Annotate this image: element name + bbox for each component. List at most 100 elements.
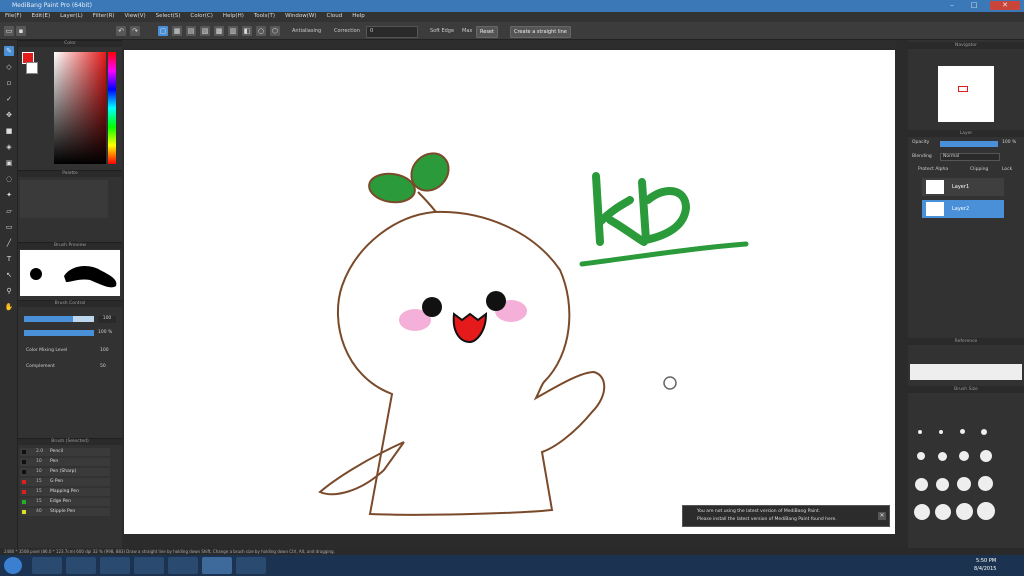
layer-row[interactable]: Layer2 <box>922 200 1004 218</box>
brush-item[interactable]: 15 Mapping Pen <box>20 488 110 496</box>
size-preset[interactable] <box>978 476 993 491</box>
size-preset[interactable] <box>915 478 928 491</box>
ie-icon[interactable] <box>32 557 62 574</box>
clock-date[interactable]: 8/4/2015 <box>974 566 996 572</box>
grid-icon[interactable]: ▩ <box>214 26 224 36</box>
brush-size-slider[interactable] <box>24 316 94 322</box>
size-preset[interactable] <box>917 452 925 460</box>
size-preset[interactable] <box>956 503 973 520</box>
palette-area[interactable] <box>20 180 108 218</box>
select-tool-icon[interactable]: ✓ <box>4 94 14 104</box>
eraser-tool-icon[interactable]: ◇ <box>4 62 14 72</box>
size-preset[interactable] <box>918 430 922 434</box>
menu-edit[interactable]: Edit(E) <box>27 12 55 19</box>
background-color-swatch[interactable] <box>26 62 38 74</box>
divide-tool-icon[interactable]: ╱ <box>4 238 14 248</box>
menu-help-2[interactable]: Help <box>347 12 370 19</box>
size-preset[interactable] <box>980 450 992 462</box>
minimize-button[interactable]: – <box>944 1 960 10</box>
reset-button[interactable]: Reset <box>476 26 498 38</box>
size-preset[interactable] <box>960 429 965 434</box>
soft-edge-label[interactable]: Soft Edge <box>430 28 454 34</box>
eyedropper-tool-icon[interactable]: ⚲ <box>4 286 14 296</box>
magic-wand-tool-icon[interactable]: ✦ <box>4 190 14 200</box>
close-button[interactable]: ✕ <box>990 1 1020 10</box>
layer-opacity-slider[interactable] <box>940 141 998 147</box>
correction-dropdown[interactable]: 0 <box>366 26 418 38</box>
circle-icon[interactable]: ○ <box>256 26 266 36</box>
brush-item[interactable]: 40 Stipple Pen <box>20 508 110 516</box>
size-preset[interactable] <box>939 430 943 434</box>
explorer-icon[interactable] <box>66 557 96 574</box>
redo-icon[interactable]: ↷ <box>130 26 140 36</box>
size-preset[interactable] <box>977 502 995 520</box>
start-button-icon[interactable] <box>4 557 22 574</box>
menu-color[interactable]: Color(C) <box>185 12 218 19</box>
menu-cloud[interactable]: Cloud <box>321 12 347 19</box>
lasso-tool-icon[interactable]: ◌ <box>4 174 14 184</box>
select-pen-tool-icon[interactable]: ▱ <box>4 206 14 216</box>
gradation-tool-icon[interactable]: ▣ <box>4 158 14 168</box>
move-tool-icon[interactable]: ✥ <box>4 110 14 120</box>
medibang-icon[interactable] <box>236 557 266 574</box>
maximize-button[interactable]: □ <box>966 1 982 10</box>
clock-time[interactable]: 5:50 PM <box>976 558 996 564</box>
antialias-label[interactable]: Antialiasing <box>292 28 321 34</box>
hand-tool-icon[interactable]: ✋ <box>4 302 14 312</box>
menu-view[interactable]: View(V) <box>120 12 151 19</box>
blending-dropdown[interactable]: Normal <box>940 153 1000 161</box>
snap-icon[interactable]: ▥ <box>228 26 238 36</box>
chrome-icon[interactable] <box>168 557 198 574</box>
lock-checkbox[interactable]: Lock <box>1002 167 1012 172</box>
brush-opacity-slider[interactable] <box>24 330 94 336</box>
update-message-line2[interactable]: Please install the latest version of Med… <box>697 517 837 522</box>
size-preset[interactable] <box>914 504 930 520</box>
size-preset[interactable] <box>981 429 987 435</box>
create-line-button[interactable]: Create a straight line <box>510 26 571 38</box>
brush-item[interactable]: 2.0 Pencil <box>20 448 110 456</box>
menu-window[interactable]: Window(W) <box>280 12 321 19</box>
size-preset[interactable] <box>959 451 969 461</box>
brush-item[interactable]: 10 Pen (Sharp) <box>20 468 110 476</box>
text-tool-icon[interactable]: T <box>4 254 14 264</box>
drawing-canvas[interactable] <box>124 50 895 534</box>
new-file-icon[interactable]: ▭ <box>4 26 14 36</box>
deselect-icon[interactable]: ▦ <box>172 26 182 36</box>
size-preset[interactable] <box>935 504 951 520</box>
reference-area[interactable] <box>910 364 1022 380</box>
fill-tool-icon[interactable]: ■ <box>4 126 14 136</box>
menu-tools[interactable]: Tools(T) <box>249 12 280 19</box>
brush-item[interactable]: 10 Pen <box>20 458 110 466</box>
clipping-checkbox[interactable]: Clipping <box>970 167 988 172</box>
brush-tool-icon[interactable]: ✎ <box>4 46 14 56</box>
color-picker-square[interactable] <box>54 52 106 164</box>
navigator-preview[interactable] <box>938 66 994 122</box>
dot-tool-icon[interactable]: ▫ <box>4 78 14 88</box>
menu-help[interactable]: Help(H) <box>218 12 249 19</box>
brush-item[interactable]: 15 G Pen <box>20 478 110 486</box>
layer-row[interactable]: Layer1 <box>922 178 1004 196</box>
save-icon[interactable]: ▪ <box>16 26 26 36</box>
brush-item[interactable]: 15 Edge Pen <box>20 498 110 506</box>
size-preset[interactable] <box>938 452 947 461</box>
menu-filter[interactable]: Filter(R) <box>88 12 120 19</box>
menu-select[interactable]: Select(S) <box>151 12 186 19</box>
media-icon[interactable] <box>100 557 130 574</box>
bucket-tool-icon[interactable]: ◈ <box>4 142 14 152</box>
size-preset[interactable] <box>936 478 949 491</box>
brush-size-value[interactable]: 100 <box>98 316 116 323</box>
menu-layer[interactable]: Layer(L) <box>55 12 88 19</box>
crop-icon[interactable]: ▧ <box>200 26 210 36</box>
hexagon-icon[interactable]: ⬡ <box>270 26 280 36</box>
ruler-icon[interactable]: ◧ <box>242 26 252 36</box>
select-eraser-tool-icon[interactable]: ▭ <box>4 222 14 232</box>
protect-alpha-checkbox[interactable]: Protect Alpha <box>918 167 948 172</box>
menu-file[interactable]: File(F) <box>0 12 27 19</box>
chrome-active-icon[interactable] <box>202 557 232 574</box>
operation-tool-icon[interactable]: ↖ <box>4 270 14 280</box>
app-icon[interactable] <box>134 557 164 574</box>
undo-icon[interactable]: ↶ <box>116 26 126 36</box>
invert-icon[interactable]: ▤ <box>186 26 196 36</box>
select-all-icon[interactable]: ▢ <box>158 26 168 36</box>
notification-close-button[interactable]: ✕ <box>878 512 886 520</box>
